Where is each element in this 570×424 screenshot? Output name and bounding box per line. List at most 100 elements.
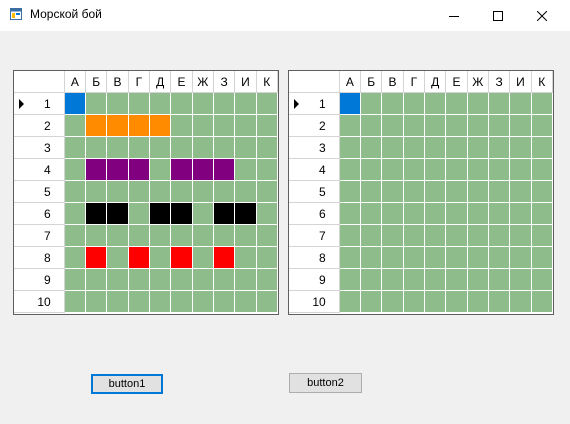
board-cell[interactable] bbox=[64, 203, 87, 225]
board-cell[interactable] bbox=[192, 247, 214, 269]
board-cell[interactable] bbox=[510, 225, 532, 247]
board-cell[interactable] bbox=[488, 93, 511, 115]
board-cell[interactable] bbox=[213, 181, 236, 203]
board-cell[interactable] bbox=[382, 247, 404, 269]
board-cell[interactable] bbox=[64, 247, 87, 269]
board-cell[interactable] bbox=[424, 247, 447, 269]
board-cell[interactable] bbox=[382, 181, 404, 203]
button1[interactable]: button1 bbox=[91, 374, 163, 394]
board-cell[interactable] bbox=[488, 115, 511, 137]
board-cell[interactable] bbox=[446, 203, 468, 225]
board-cell[interactable] bbox=[488, 159, 511, 181]
board-cell[interactable] bbox=[192, 181, 214, 203]
board-cell[interactable] bbox=[64, 137, 87, 159]
board-cell[interactable] bbox=[107, 115, 129, 137]
board-cell[interactable] bbox=[446, 225, 468, 247]
board-cell[interactable] bbox=[256, 247, 278, 269]
board-cell[interactable] bbox=[256, 93, 278, 115]
player-board-grid[interactable]: А Б В Г Д Е Ж З И К 1 2 3 4 5 6 7 8 9 10 bbox=[13, 70, 279, 315]
column-header[interactable]: З bbox=[213, 71, 236, 93]
board-cell[interactable] bbox=[128, 93, 150, 115]
board-cell[interactable] bbox=[531, 137, 553, 159]
row-header[interactable]: 8 bbox=[14, 247, 65, 269]
board-cell[interactable] bbox=[235, 159, 257, 181]
board-cell[interactable] bbox=[256, 291, 278, 313]
board-cell[interactable] bbox=[361, 203, 383, 225]
board-cell[interactable] bbox=[446, 115, 468, 137]
board-cell[interactable] bbox=[256, 115, 278, 137]
board-cell[interactable] bbox=[149, 159, 172, 181]
board-cell[interactable] bbox=[149, 225, 172, 247]
column-header[interactable]: А bbox=[339, 71, 362, 93]
board-cell[interactable] bbox=[149, 247, 172, 269]
board-cell[interactable] bbox=[64, 159, 87, 181]
board-cell[interactable] bbox=[213, 115, 236, 137]
board-cell[interactable] bbox=[149, 93, 172, 115]
board-cell[interactable] bbox=[467, 115, 489, 137]
board-cell[interactable] bbox=[488, 137, 511, 159]
board-cell[interactable] bbox=[361, 247, 383, 269]
board-cell[interactable] bbox=[235, 225, 257, 247]
board-cell[interactable] bbox=[256, 181, 278, 203]
board-cell[interactable] bbox=[213, 203, 236, 225]
board-cell[interactable] bbox=[361, 93, 383, 115]
header-corner[interactable] bbox=[14, 71, 65, 93]
column-header[interactable]: А bbox=[64, 71, 87, 93]
row-header[interactable]: 2 bbox=[289, 115, 340, 137]
board-cell[interactable] bbox=[171, 181, 193, 203]
board-cell[interactable] bbox=[86, 225, 108, 247]
board-cell[interactable] bbox=[256, 225, 278, 247]
board-cell[interactable] bbox=[424, 269, 447, 291]
board-cell[interactable] bbox=[488, 247, 511, 269]
board-cell[interactable] bbox=[213, 247, 236, 269]
board-cell[interactable] bbox=[171, 269, 193, 291]
board-cell[interactable] bbox=[149, 181, 172, 203]
board-cell[interactable] bbox=[256, 203, 278, 225]
board-cell[interactable] bbox=[403, 159, 425, 181]
column-header[interactable]: К bbox=[531, 71, 553, 93]
board-cell[interactable] bbox=[171, 203, 193, 225]
board-cell[interactable] bbox=[446, 137, 468, 159]
row-header[interactable]: 3 bbox=[14, 137, 65, 159]
board-cell[interactable] bbox=[86, 269, 108, 291]
board-cell[interactable] bbox=[235, 203, 257, 225]
board-cell[interactable] bbox=[531, 247, 553, 269]
row-header[interactable]: 5 bbox=[14, 181, 65, 203]
board-cell[interactable] bbox=[361, 225, 383, 247]
board-cell[interactable] bbox=[213, 93, 236, 115]
board-cell[interactable] bbox=[192, 115, 214, 137]
board-cell[interactable] bbox=[531, 115, 553, 137]
board-cell[interactable] bbox=[86, 137, 108, 159]
board-cell[interactable] bbox=[382, 291, 404, 313]
board-cell[interactable] bbox=[424, 93, 447, 115]
board-cell[interactable] bbox=[467, 269, 489, 291]
board-cell[interactable] bbox=[107, 181, 129, 203]
board-cell[interactable] bbox=[128, 247, 150, 269]
board-cell[interactable] bbox=[510, 137, 532, 159]
board-cell[interactable] bbox=[235, 247, 257, 269]
board-cell[interactable] bbox=[467, 203, 489, 225]
column-header[interactable]: И bbox=[235, 71, 257, 93]
board-cell[interactable] bbox=[339, 181, 362, 203]
row-header[interactable]: 2 bbox=[14, 115, 65, 137]
board-cell[interactable] bbox=[171, 225, 193, 247]
row-header[interactable]: 1 bbox=[289, 93, 340, 115]
board-cell[interactable] bbox=[128, 269, 150, 291]
row-header[interactable]: 7 bbox=[14, 225, 65, 247]
board-cell[interactable] bbox=[149, 137, 172, 159]
board-cell[interactable] bbox=[446, 93, 468, 115]
row-header[interactable]: 3 bbox=[289, 137, 340, 159]
board-cell[interactable] bbox=[403, 203, 425, 225]
board-cell[interactable] bbox=[213, 137, 236, 159]
board-cell[interactable] bbox=[446, 181, 468, 203]
row-header[interactable]: 10 bbox=[14, 291, 65, 313]
board-cell[interactable] bbox=[235, 93, 257, 115]
board-cell[interactable] bbox=[510, 115, 532, 137]
board-cell[interactable] bbox=[361, 291, 383, 313]
board-cell[interactable] bbox=[510, 291, 532, 313]
board-cell[interactable] bbox=[192, 93, 214, 115]
board-cell[interactable] bbox=[467, 93, 489, 115]
board-cell[interactable] bbox=[256, 137, 278, 159]
board-cell[interactable] bbox=[361, 181, 383, 203]
board-cell[interactable] bbox=[256, 269, 278, 291]
